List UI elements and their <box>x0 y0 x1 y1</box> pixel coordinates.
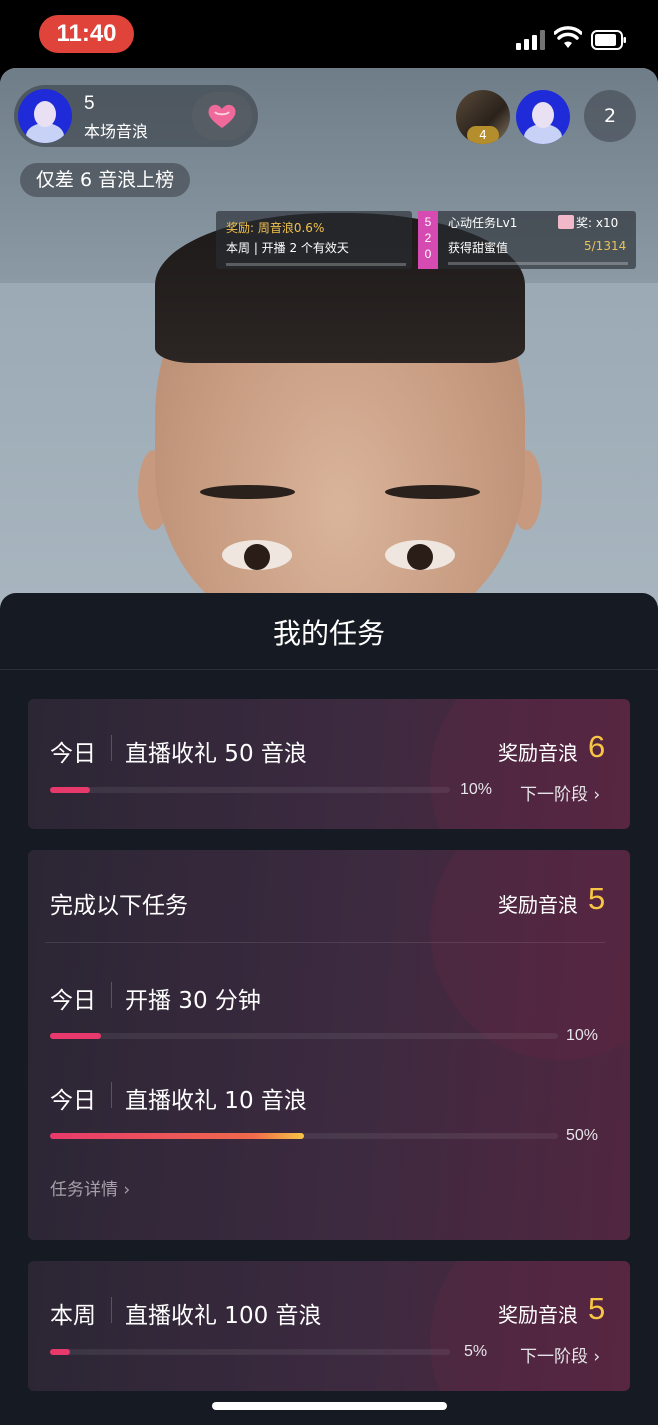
progress-track <box>50 1133 558 1139</box>
reward-value: 6 <box>588 729 606 764</box>
viewer-avatar[interactable]: 4 <box>456 90 510 144</box>
host-score-label: 本场音浪 <box>84 122 149 141</box>
progress-percent: 50% <box>566 1127 599 1144</box>
heart-task-card[interactable]: 5 2 0 心动任务Lv1 奖: x10 获得甜蜜值 5/1314 <box>418 211 636 269</box>
rank-tip[interactable]: 仅差 6 音浪上榜 <box>20 163 190 197</box>
divider <box>0 669 658 670</box>
wifi-icon <box>554 26 582 48</box>
home-indicator[interactable] <box>212 1402 447 1410</box>
next-stage-link[interactable]: 下一阶段 › <box>520 1342 600 1367</box>
reward-value: 5 <box>588 1291 606 1326</box>
next-stage-link[interactable]: 下一阶段 › <box>520 780 600 805</box>
heart-task-progress-bar <box>448 262 628 265</box>
battery-icon <box>591 30 626 50</box>
progress-percent: 5% <box>464 1343 488 1360</box>
progress-fill <box>50 1349 70 1355</box>
host-info-card[interactable]: 5 本场音浪 <box>14 85 258 147</box>
heart-task-progress: 5/1314 <box>584 239 627 253</box>
viewer-avatar[interactable] <box>516 90 570 144</box>
progress-track <box>50 1349 450 1355</box>
host-score: 5 <box>84 93 95 114</box>
heart-icon <box>208 104 236 128</box>
task-name: 直播收礼 50 音浪 <box>125 741 307 767</box>
reward-text: 奖励: 周音浪0.6% <box>226 221 325 235</box>
task-name: 直播收礼 10 音浪 <box>125 1088 307 1114</box>
reward-progress-bar <box>226 263 406 266</box>
task-period: 今日 <box>50 1088 96 1114</box>
viewer-count[interactable]: 2 <box>584 90 636 142</box>
cellular-signal-icon <box>516 30 548 50</box>
task-period: 今日 <box>50 988 96 1014</box>
heart-button[interactable] <box>192 92 252 140</box>
weekly-reward-card[interactable]: 奖励: 周音浪0.6% 本周 | 开播 2 个有效天 <box>216 211 412 269</box>
viewer-rank-badge: 4 <box>467 126 499 144</box>
progress-percent: 10% <box>460 781 493 798</box>
520-badge: 5 2 0 <box>418 211 438 269</box>
reward-condition: 本周 | 开播 2 个有效天 <box>226 241 349 255</box>
progress-fill <box>50 1033 101 1039</box>
reward-label: 奖励音浪 <box>498 1303 578 1327</box>
task-period: 本周 <box>50 1303 96 1329</box>
reward-label: 奖励音浪 <box>498 893 578 917</box>
heart-task-title: 心动任务Lv1 <box>448 216 518 230</box>
task-group-title: 完成以下任务 <box>50 893 188 919</box>
task-name: 开播 30 分钟 <box>125 988 261 1014</box>
status-bar: 11:40 <box>0 0 658 68</box>
status-time: 11:40 <box>39 15 134 53</box>
task-name: 直播收礼 100 音浪 <box>125 1303 322 1329</box>
heart-task-subtitle: 获得甜蜜值 <box>448 241 509 255</box>
panel-title: 我的任务 <box>272 617 385 650</box>
progress-percent: 10% <box>566 1027 599 1044</box>
progress-fill <box>50 1133 304 1139</box>
host-avatar[interactable] <box>18 89 72 143</box>
task-card-group: 完成以下任务 奖励音浪 5 今日 开播 30 分钟 10% 今日 直播收礼 10… <box>28 850 630 1240</box>
progress-track <box>50 787 450 793</box>
task-period: 今日 <box>50 741 96 767</box>
heart-task-prize: 奖: x10 <box>558 214 618 231</box>
task-card-daily-gift[interactable]: 今日 直播收礼 50 音浪 奖励音浪 6 10% 下一阶段 › <box>28 699 630 829</box>
progress-track <box>50 1033 558 1039</box>
task-card-weekly-gift[interactable]: 本周 直播收礼 100 音浪 奖励音浪 5 5% 下一阶段 › <box>28 1261 630 1391</box>
task-detail-link[interactable]: 任务详情 › <box>50 1175 130 1200</box>
progress-fill <box>50 787 90 793</box>
gift-icon <box>558 215 574 229</box>
reward-label: 奖励音浪 <box>498 741 578 765</box>
divider <box>45 942 605 943</box>
reward-value: 5 <box>588 881 606 916</box>
